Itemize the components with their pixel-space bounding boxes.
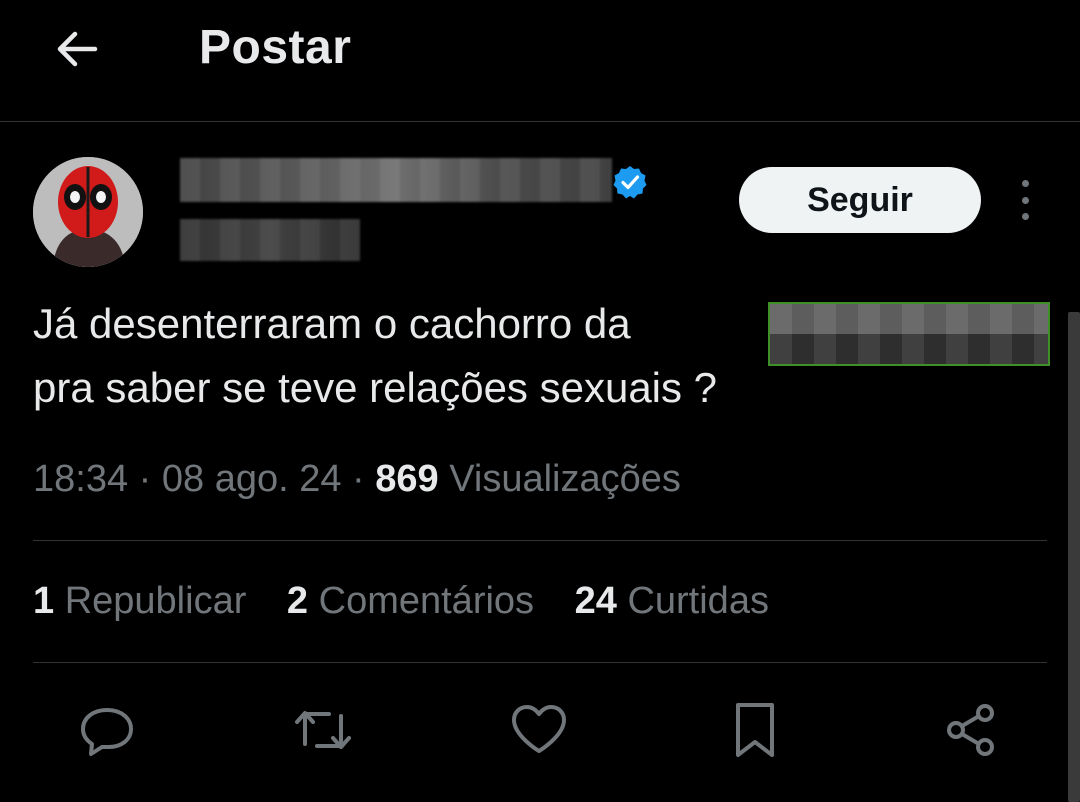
more-vertical-icon-dot <box>1021 196 1029 204</box>
share-button[interactable] <box>941 700 1001 760</box>
scrollbar[interactable] <box>1068 312 1080 802</box>
divider <box>33 540 1047 541</box>
verified-badge-icon <box>613 166 647 199</box>
views-label: Visualizações <box>449 458 681 500</box>
arrow-left-icon <box>57 31 98 67</box>
more-vertical-icon <box>1021 180 1029 187</box>
more-vertical-icon-dot <box>1021 213 1029 220</box>
likes-count: 24 <box>574 580 617 622</box>
reposts-stat[interactable]: 1 Republicar <box>33 580 246 623</box>
heart-icon <box>512 705 566 753</box>
tweet-time[interactable]: 18:34 <box>33 458 128 500</box>
engagement-stats: 1 Republicar 2 Comentários 24 Curtidas <box>33 580 799 623</box>
avatar[interactable] <box>33 157 143 267</box>
like-button[interactable] <box>509 700 569 760</box>
bookmark-button[interactable] <box>725 700 785 760</box>
top-bar: Postar <box>0 0 1080 122</box>
tweet-meta: 18:34 · 08 ago. 24 · 869 Visualizações <box>33 458 681 501</box>
avatar-image <box>33 157 143 267</box>
back-button[interactable] <box>50 22 104 76</box>
follow-button[interactable]: Seguir <box>739 167 981 233</box>
meta-separator: · <box>138 458 162 500</box>
comments-count: 2 <box>286 580 309 622</box>
reply-icon <box>81 708 133 756</box>
author-handle-redacted <box>180 219 360 261</box>
repost-icon <box>295 711 351 749</box>
tweet-date[interactable]: 08 ago. 24 <box>162 458 342 500</box>
share-icon <box>947 704 994 756</box>
more-options-button[interactable] <box>1008 180 1042 220</box>
divider <box>33 662 1047 663</box>
author-name-redacted[interactable] <box>180 158 612 202</box>
verified-badge-shape <box>613 166 647 199</box>
comments-stat[interactable]: 2 Comentários <box>287 580 534 623</box>
reposts-count: 1 <box>33 580 55 622</box>
meta-separator: · <box>352 458 376 500</box>
reposts-label: Republicar <box>64 580 247 622</box>
reply-button[interactable] <box>77 700 137 760</box>
repost-button[interactable] <box>293 700 353 760</box>
page-title: Postar <box>199 21 352 74</box>
likes-label: Curtidas <box>627 580 769 622</box>
likes-stat[interactable]: 24 Curtidas <box>575 580 769 623</box>
views-count: 869 <box>375 458 439 500</box>
comments-label: Comentários <box>318 580 535 622</box>
redacted-mention <box>768 302 1050 366</box>
bookmark-icon <box>736 703 774 757</box>
